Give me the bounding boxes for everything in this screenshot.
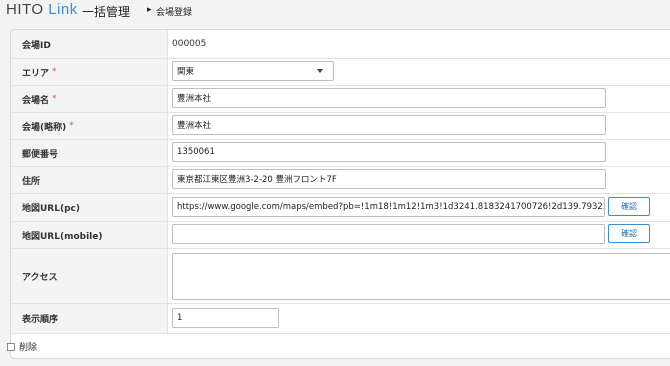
map-mobile-input[interactable] bbox=[172, 224, 605, 244]
venue-short-name-input[interactable]: 豊洲本社 bbox=[172, 115, 606, 135]
map-mobile-confirm-button[interactable]: 確認 bbox=[608, 224, 650, 243]
map-pc-label: 地図URL(pc) bbox=[11, 194, 168, 221]
display-order-label: 表示順序 bbox=[11, 304, 168, 333]
required-mark: * bbox=[52, 67, 57, 77]
row-area: エリア * 関東 bbox=[11, 59, 670, 86]
map-mobile-label: 地図URL(mobile) bbox=[11, 222, 168, 248]
app-header: HITO Link 一括管理 ▸ 会場登録 bbox=[0, 0, 670, 22]
row-map-pc: 地図URL(pc) https://www.google.com/maps/em… bbox=[11, 194, 670, 222]
postal-label: 郵便番号 bbox=[11, 140, 168, 166]
display-order-input[interactable]: 1 bbox=[172, 308, 279, 328]
venue-name-input[interactable]: 豊洲本社 bbox=[172, 88, 606, 108]
dropdown-arrow-icon bbox=[317, 69, 323, 73]
access-textarea[interactable] bbox=[172, 253, 670, 300]
required-mark: * bbox=[69, 121, 74, 131]
access-label: アクセス bbox=[11, 249, 168, 303]
section-title: 一括管理 bbox=[82, 5, 131, 19]
logo-link: Link bbox=[48, 1, 78, 18]
row-address: 住所 東京都江東区豊洲3-2-20 豊洲フロント7F bbox=[11, 167, 670, 194]
breadcrumb-page: 会場登録 bbox=[156, 8, 193, 18]
row-order: 表示順序 1 bbox=[11, 304, 670, 334]
map-pc-input[interactable]: https://www.google.com/maps/embed?pb=!1m… bbox=[172, 197, 605, 217]
row-venue-id: 会場ID 000005 bbox=[11, 30, 670, 59]
address-input[interactable]: 東京都江東区豊洲3-2-20 豊洲フロント7F bbox=[172, 169, 606, 189]
row-access: アクセス bbox=[11, 249, 670, 304]
venue-name-label: 会場名 * bbox=[11, 86, 168, 112]
delete-checkbox[interactable] bbox=[7, 343, 15, 351]
app-logo[interactable]: HITO Link bbox=[6, 1, 78, 18]
row-short-name: 会場(略称) * 豊洲本社 bbox=[11, 113, 670, 140]
venue-id-value: 000005 bbox=[172, 39, 207, 49]
delete-checkbox-label[interactable]: 削除 bbox=[19, 340, 37, 353]
breadcrumb-arrow-icon: ▸ bbox=[147, 5, 152, 15]
venue-short-name-label: 会場(略称) * bbox=[11, 113, 168, 139]
postal-input[interactable]: 1350061 bbox=[172, 142, 606, 162]
row-map-mobile: 地図URL(mobile) 確認 bbox=[11, 222, 670, 249]
map-pc-confirm-button[interactable]: 確認 bbox=[608, 197, 650, 216]
venue-form-panel: 会場ID 000005 エリア * 関東 会場名 * 豊洲本社 会場(略称) * 豊洲… bbox=[10, 29, 670, 359]
venue-id-label: 会場ID bbox=[11, 30, 168, 58]
logo-main: HITO bbox=[6, 1, 44, 18]
area-select[interactable]: 関東 bbox=[172, 61, 334, 81]
row-postal: 郵便番号 1350061 bbox=[11, 140, 670, 167]
required-mark: * bbox=[52, 94, 57, 104]
area-select-value: 関東 bbox=[177, 67, 195, 77]
address-label: 住所 bbox=[11, 167, 168, 193]
row-name: 会場名 * 豊洲本社 bbox=[11, 86, 670, 113]
area-label: エリア * bbox=[11, 59, 168, 85]
